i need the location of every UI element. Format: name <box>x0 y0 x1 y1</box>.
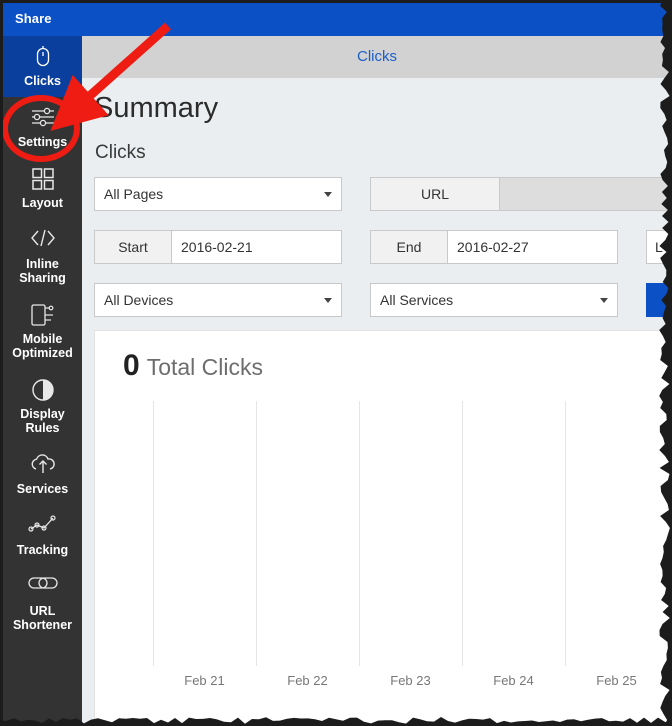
total-clicks-summary: 0 Total Clicks <box>123 349 263 383</box>
main-content: Summary Clicks All Pages URL Start 2016-… <box>82 78 672 723</box>
sidebar-item-label: Clicks <box>24 74 61 88</box>
chart-x-label: Feb 25 <box>596 673 637 688</box>
chart-x-label: Feb 24 <box>493 673 534 688</box>
mobile-icon <box>5 303 80 329</box>
sidebar-item-label: URL Shortener <box>12 604 73 632</box>
sidebar-item-url-shortener[interactable]: URL Shortener <box>3 566 82 641</box>
pages-select-value: All Pages <box>104 186 164 202</box>
chart-gridline <box>565 401 566 666</box>
grid-icon <box>5 167 80 193</box>
chart-x-label: Feb 22 <box>287 673 328 688</box>
sidebar-item-display-rules[interactable]: Display Rules <box>3 369 82 444</box>
total-clicks-value: 0 <box>123 349 140 382</box>
chevron-down-icon <box>324 298 332 303</box>
sidebar-item-layout[interactable]: Layout <box>3 158 82 219</box>
chart-gridline <box>153 401 154 666</box>
devices-select-value: All Devices <box>104 292 174 308</box>
sidebar-item-settings[interactable]: Settings <box>3 97 82 158</box>
services-select-value: All Services <box>380 292 454 308</box>
limit-addon: L <box>646 230 672 264</box>
chart-gridline <box>359 401 360 666</box>
chart-gridline <box>462 401 463 666</box>
services-select[interactable]: All Services <box>370 283 618 317</box>
clicks-chart-card: 0 Total Clicks Feb 21 Feb 22 Feb 23 Feb 24 Fe… <box>94 330 672 723</box>
link-chain-icon <box>5 575 80 601</box>
chart-x-label: Feb 23 <box>390 673 431 688</box>
tab-bar: Clicks <box>82 36 672 78</box>
sidebar-item-clicks[interactable]: Clicks <box>3 36 82 97</box>
sidebar-item-label: Layout <box>22 196 63 210</box>
end-addon: End <box>370 230 448 264</box>
sidebar-item-mobile-optimized[interactable]: Mobile Optimized <box>3 294 82 369</box>
sidebar-item-services[interactable]: Services <box>3 444 82 505</box>
end-date-input[interactable]: 2016-02-27 <box>448 230 618 264</box>
sidebar-item-label: Inline Sharing <box>19 257 66 285</box>
mouse-icon <box>5 45 80 71</box>
window-title: Share <box>15 11 52 26</box>
sidebar-item-label: Display Rules <box>20 407 65 435</box>
chevron-down-icon <box>324 192 332 197</box>
pages-select[interactable]: All Pages <box>94 177 342 211</box>
chevron-down-icon <box>600 298 608 303</box>
page-title: Summary <box>94 92 219 124</box>
devices-select[interactable]: All Devices <box>94 283 342 317</box>
window-header: Share <box>3 3 672 36</box>
url-input[interactable] <box>500 177 672 211</box>
sidebar: Clicks Settings Layout Inline Sharing Mob <box>3 36 82 723</box>
sidebar-item-tracking[interactable]: Tracking <box>3 505 82 566</box>
clicks-bar-chart: Feb 21 Feb 22 Feb 23 Feb 24 Feb 25 <box>95 401 672 723</box>
total-clicks-label: Total Clicks <box>146 354 263 380</box>
sidebar-item-label: Settings <box>17 135 68 149</box>
chart-x-label: Feb 21 <box>184 673 225 688</box>
section-title: Clicks <box>95 142 146 163</box>
submit-button[interactable] <box>646 283 672 317</box>
sliders-icon <box>5 106 80 132</box>
url-addon: URL <box>370 177 500 211</box>
code-icon <box>5 228 80 254</box>
start-addon: Start <box>94 230 172 264</box>
chart-gridline <box>256 401 257 666</box>
sidebar-item-inline-sharing[interactable]: Inline Sharing <box>3 219 82 294</box>
sidebar-item-label: Mobile Optimized <box>12 332 73 360</box>
sidebar-item-label: Services <box>16 482 69 496</box>
tab-clicks[interactable]: Clicks <box>82 36 672 78</box>
contrast-circle-icon <box>5 378 80 404</box>
sidebar-item-label: Tracking <box>16 543 69 557</box>
app-window: Share Clicks Settings Layout Inline Shar… <box>0 0 672 726</box>
line-chart-icon <box>5 514 80 540</box>
start-date-input[interactable]: 2016-02-21 <box>172 230 342 264</box>
cloud-upload-icon <box>5 453 80 479</box>
